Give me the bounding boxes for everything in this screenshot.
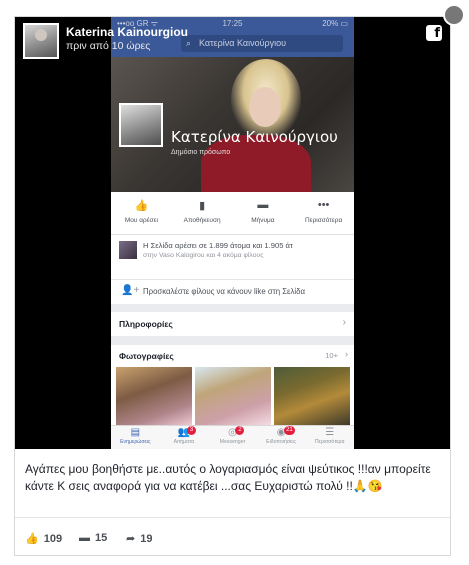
friend-thumbnail (119, 241, 137, 259)
menu-icon: ☰ (325, 427, 335, 438)
post-media[interactable]: Katerina Kainourgiou πριν από 10 ώρες f … (15, 17, 450, 449)
about-label: Πληροφορίες (119, 319, 173, 329)
action-message: ▬ Μήνυμα (233, 192, 294, 234)
friends-like-text: στην Vaso Kalogirou και 4 ακόμα φίλους (143, 252, 264, 259)
post-caption: Αγάπες μου βοηθήστε με..αυτός ο λογαριασ… (25, 462, 431, 493)
photos-section: Φωτογραφίες 10+ › (111, 345, 354, 425)
comment-count-button[interactable]: ▬ 15 (79, 532, 107, 544)
share-count: 19 (140, 532, 153, 545)
tab-more: ☰ Περισσότερα (305, 426, 354, 449)
post-meta: Katerina Kainourgiou πριν από 10 ώρες (66, 25, 188, 53)
globe-icon: ◉ (276, 427, 286, 438)
news-feed-icon: ▤ (130, 427, 141, 438)
author-avatar[interactable] (23, 23, 59, 59)
invite-icon: 👤+ (121, 285, 140, 296)
tab-notifications: ◉ 21 Ειδοποιήσεις (257, 426, 306, 449)
photo-thumbnail (195, 367, 271, 425)
page-likes-row: Η Σελίδα αρέσει σε 1.899 άτομα και 1.905… (111, 235, 354, 279)
facebook-post-card: Katerina Kainourgiou πριν από 10 ώρες f … (14, 16, 451, 556)
tab-requests: 👥 3 Αιτήματα (160, 426, 209, 449)
like-count-button[interactable]: 👍 109 (25, 532, 63, 546)
post-timestamp[interactable]: πριν από 10 ώρες (66, 39, 188, 53)
page-profile-picture (119, 103, 163, 147)
window-corner-icon (443, 4, 465, 26)
chevron-right-icon: › (345, 349, 348, 359)
tab-label: Messenger (219, 439, 246, 445)
thumbs-up-icon: 👍 (25, 533, 39, 545)
battery-label: 20% ▭ (322, 19, 348, 28)
tab-label: Ενημερώσεις (120, 439, 151, 445)
action-like-label: Μου αρέσει (124, 217, 158, 224)
more-icon: ••• (317, 199, 330, 211)
page-name: Κατερίνα Καινούργιου (171, 128, 338, 146)
embedded-phone-screenshot: •••oo GR ᯤ 17:25 20% ▭ ⌕ Κατερίνα Καινού… (111, 17, 354, 449)
notification-badge: 3 (186, 426, 196, 435)
photo-thumbnail (116, 367, 192, 425)
post-stats-bar: 👍 109 ▬ 15 ➦ 19 (15, 517, 450, 555)
page-likes-count: Η Σελίδα αρέσει σε 1.899 άτομα και 1.905… (143, 241, 293, 250)
photos-label: Φωτογραφίες (119, 351, 174, 361)
thumbs-up-icon: 👍 (134, 200, 149, 212)
tab-label: Ειδοποιήσεις (266, 439, 297, 445)
comment-icon: ▬ (79, 532, 90, 544)
action-more-label: Περισσότερα (305, 217, 343, 224)
messenger-icon: ◎ (228, 427, 237, 438)
friend-requests-icon: 👥 (177, 427, 191, 438)
photos-count: 10+ (325, 351, 338, 360)
like-count: 109 (43, 532, 63, 545)
action-like: 👍 Μου αρέσει (111, 192, 172, 234)
tab-news-feed: ▤ Ενημερώσεις (111, 426, 160, 449)
invite-friends-text: Προσκαλέστε φίλους να κάνουν like στη Σε… (143, 287, 306, 296)
author-name[interactable]: Katerina Kainourgiou (66, 25, 188, 39)
chevron-right-icon: › (342, 317, 346, 328)
about-row: Πληροφορίες › (111, 312, 354, 336)
comment-count: 15 (95, 532, 108, 544)
page-action-bar: 👍 Μου αρέσει ▮ Αποθήκευση ▬ Μήνυμα ••• Π… (111, 192, 354, 235)
cover-figure-face (249, 87, 281, 127)
search-text: Κατερίνα Καινούργιου (199, 38, 287, 48)
tab-label: Αιτήματα (173, 439, 195, 445)
search-input: ⌕ Κατερίνα Καινούργιου (181, 35, 343, 52)
notification-badge: 21 (284, 426, 295, 435)
share-arrow-icon: ➦ (126, 533, 136, 545)
bookmark-icon: ▮ (199, 200, 206, 212)
tab-label: Περισσότερα (314, 439, 345, 445)
fb-tab-bar: ▤ Ενημερώσεις 👥 3 Αιτήματα ◎ 2 Messenger… (111, 425, 354, 449)
action-message-label: Μήνυμα (251, 217, 275, 224)
action-more: ••• Περισσότερα (293, 192, 354, 234)
post-header: Katerina Kainourgiou πριν από 10 ώρες (23, 23, 188, 59)
message-icon: ▬ (257, 199, 269, 211)
photo-thumbnail (274, 367, 350, 425)
tab-messenger: ◎ 2 Messenger (208, 426, 257, 449)
action-save-label: Αποθήκευση (183, 217, 221, 224)
page-category: Δημόσιο πρόσωπο (171, 149, 231, 156)
invite-friends-row: 👤+ Προσκαλέστε φίλους να κάνουν like στη… (111, 279, 354, 304)
facebook-logo-icon[interactable]: f (426, 25, 442, 41)
action-save: ▮ Αποθήκευση (172, 192, 233, 234)
share-count-button[interactable]: ➦ 19 (126, 532, 153, 546)
